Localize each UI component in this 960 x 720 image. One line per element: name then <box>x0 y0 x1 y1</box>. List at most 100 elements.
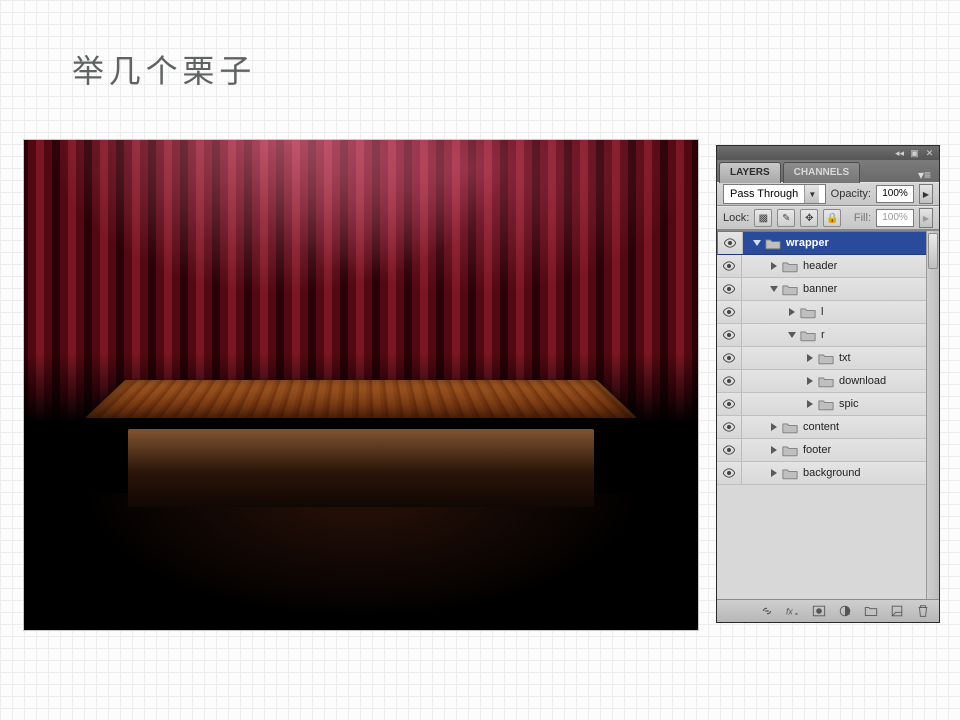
layer-content: banner <box>742 278 927 300</box>
collapse-icon[interactable]: ◂◂ <box>894 148 905 159</box>
visibility-toggle[interactable] <box>717 370 742 392</box>
visibility-toggle[interactable] <box>718 232 743 254</box>
layer-name: header <box>803 260 837 272</box>
layer-name: download <box>839 375 886 387</box>
scrollbar[interactable] <box>926 231 939 599</box>
layer-content: r <box>742 324 927 346</box>
visibility-toggle[interactable] <box>717 439 742 461</box>
folder-icon <box>782 467 798 480</box>
new-icon[interactable] <box>889 603 905 619</box>
lock-transparency-icon[interactable]: ▩ <box>754 209 772 227</box>
visibility-toggle[interactable] <box>717 462 742 484</box>
stage-glow <box>78 493 644 620</box>
minimize-icon[interactable]: ▣ <box>909 148 920 159</box>
layer-row-txt[interactable]: txt <box>717 347 927 370</box>
layer-row-content[interactable]: content <box>717 416 927 439</box>
tab-layers[interactable]: LAYERS <box>719 162 781 183</box>
layer-row-r[interactable]: r <box>717 324 927 347</box>
lock-position-icon[interactable]: ✥ <box>800 209 818 227</box>
folder-icon <box>765 237 781 250</box>
layers-tree: wrapper header banner lr txt download spiccont… <box>717 230 939 599</box>
trash-icon[interactable] <box>915 603 931 619</box>
disclosure-closed-icon[interactable] <box>789 308 795 316</box>
lock-paint-icon[interactable]: ✎ <box>777 209 795 227</box>
opacity-field[interactable]: 100% <box>876 185 914 203</box>
link-icon[interactable] <box>759 603 775 619</box>
chevron-down-icon: ▼ <box>804 185 819 203</box>
opacity-stepper[interactable]: ▶ <box>919 184 933 204</box>
layer-content: background <box>742 462 927 484</box>
disclosure-closed-icon[interactable] <box>771 423 777 431</box>
folder-icon <box>782 444 798 457</box>
layer-row-footer[interactable]: footer <box>717 439 927 462</box>
layer-name: r <box>821 329 825 341</box>
disclosure-closed-icon[interactable] <box>807 354 813 362</box>
layer-name: content <box>803 421 839 433</box>
layer-name: banner <box>803 283 837 295</box>
folder-icon <box>818 375 834 388</box>
folder-icon <box>800 306 816 319</box>
layer-content: header <box>742 255 927 277</box>
layer-row-banner[interactable]: banner <box>717 278 927 301</box>
disclosure-closed-icon[interactable] <box>807 377 813 385</box>
blend-mode-select[interactable]: Pass Through ▼ <box>723 184 826 204</box>
group-icon[interactable] <box>863 603 879 619</box>
layer-content: txt <box>742 347 927 369</box>
lock-all-icon[interactable]: 🔒 <box>823 209 841 227</box>
visibility-toggle[interactable] <box>717 301 742 323</box>
visibility-toggle[interactable] <box>717 393 742 415</box>
layer-row-header[interactable]: header <box>717 255 927 278</box>
disclosure-open-icon[interactable] <box>788 332 796 338</box>
layer-content: footer <box>742 439 927 461</box>
blend-opacity-row: Pass Through ▼ Opacity: 100% ▶ <box>717 182 939 206</box>
disclosure-closed-icon[interactable] <box>771 262 777 270</box>
layer-row-l[interactable]: l <box>717 301 927 324</box>
fill-field[interactable]: 100% <box>876 209 914 227</box>
folder-icon <box>782 283 798 296</box>
disclosure-open-icon[interactable] <box>770 286 778 292</box>
layer-content: wrapper <box>743 232 926 254</box>
panel-tabs: LAYERS CHANNELS ▾≡ <box>717 160 939 182</box>
stage-floor <box>85 380 636 418</box>
fx-icon[interactable]: fx <box>785 603 801 619</box>
visibility-toggle[interactable] <box>717 255 742 277</box>
folder-icon <box>782 421 798 434</box>
stage-front <box>128 429 593 507</box>
svg-text:fx: fx <box>786 607 793 617</box>
tab-channels[interactable]: CHANNELS <box>783 162 861 183</box>
layer-row-wrapper[interactable]: wrapper <box>717 231 927 255</box>
disclosure-closed-icon[interactable] <box>807 400 813 408</box>
fill-stepper[interactable]: ▶ <box>919 208 933 228</box>
opacity-label: Opacity: <box>831 188 871 200</box>
panel-titlebar: ◂◂ ▣ ✕ <box>717 146 939 160</box>
layer-row-download[interactable]: download <box>717 370 927 393</box>
layer-row-spic[interactable]: spic <box>717 393 927 416</box>
mask-icon[interactable] <box>811 603 827 619</box>
visibility-toggle[interactable] <box>717 324 742 346</box>
layer-name: wrapper <box>786 237 829 249</box>
visibility-toggle[interactable] <box>717 416 742 438</box>
close-icon[interactable]: ✕ <box>924 148 935 159</box>
visibility-toggle[interactable] <box>717 278 742 300</box>
disclosure-open-icon[interactable] <box>753 240 761 246</box>
panel-footer: fx <box>717 599 939 622</box>
layer-content: spic <box>742 393 927 415</box>
folder-icon <box>800 329 816 342</box>
page-title: 举几个栗子 <box>72 46 256 92</box>
layer-name: background <box>803 467 861 479</box>
layer-name: spic <box>839 398 859 410</box>
folder-icon <box>818 398 834 411</box>
disclosure-closed-icon[interactable] <box>771 469 777 477</box>
layer-row-background[interactable]: background <box>717 462 927 485</box>
layers-panel: ◂◂ ▣ ✕ LAYERS CHANNELS ▾≡ Pass Through ▼… <box>716 145 940 623</box>
layer-name: l <box>821 306 823 318</box>
adjust-icon[interactable] <box>837 603 853 619</box>
layer-content: l <box>742 301 927 323</box>
visibility-toggle[interactable] <box>717 347 742 369</box>
layer-name: footer <box>803 444 831 456</box>
disclosure-closed-icon[interactable] <box>771 446 777 454</box>
folder-icon <box>782 260 798 273</box>
panel-menu-icon[interactable]: ▾≡ <box>914 168 935 182</box>
lock-label: Lock: <box>723 212 749 224</box>
stage-artwork <box>24 140 698 630</box>
